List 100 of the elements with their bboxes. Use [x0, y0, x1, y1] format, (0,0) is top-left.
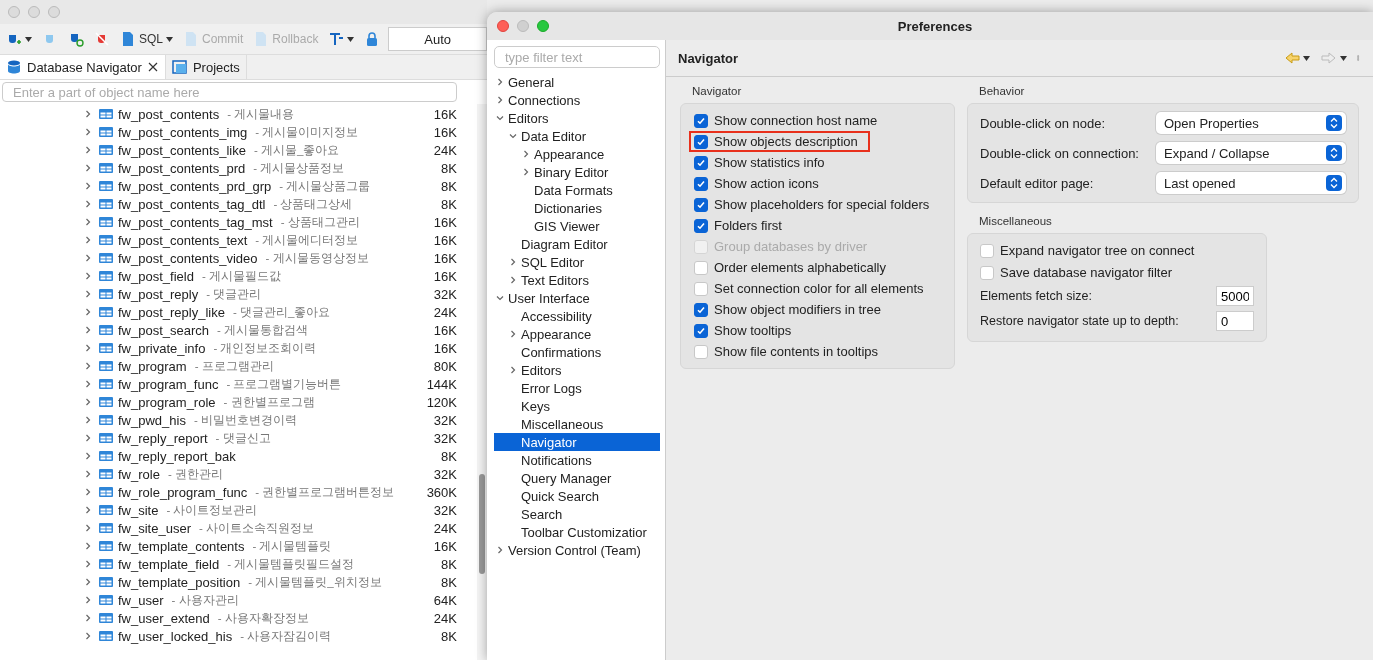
checkbox-option[interactable]: Show placeholders for special folders [691, 196, 933, 213]
table-tree-item[interactable]: fw_program_role - 권한별프로그램 120K [0, 393, 477, 411]
window-close-button[interactable] [8, 6, 20, 18]
table-icon [98, 142, 114, 158]
table-tree-item[interactable]: fw_user_locked_his - 사용자잠김이력 8K [0, 627, 477, 645]
table-tree-item[interactable]: fw_post_search - 게시물통합검색 16K [0, 321, 477, 339]
checkbox-option[interactable]: Show action icons [691, 175, 822, 192]
table-tree-item[interactable]: fw_reply_report_bak 8K [0, 447, 477, 465]
number-field[interactable]: 5000 [1216, 286, 1254, 306]
table-tree-item[interactable]: fw_pwd_his - 비밀번호변경이력 32K [0, 411, 477, 429]
preference-tree-item[interactable]: User Interface [494, 289, 660, 307]
table-tree-item[interactable]: fw_template_contents - 게시물템플릿 16K [0, 537, 477, 555]
table-tree-item[interactable]: fw_reply_report - 댓글신고 32K [0, 429, 477, 447]
object-filter-field[interactable]: Enter a part of object name here [2, 82, 457, 102]
chevron-right-icon [522, 150, 530, 158]
table-tree-item[interactable]: fw_user - 사용자관리 64K [0, 591, 477, 609]
chevron-right-icon [84, 596, 92, 604]
preference-tree-item[interactable]: Navigator [494, 433, 660, 451]
window-zoom-button[interactable] [48, 6, 60, 18]
preference-filter-field[interactable]: type filter text [494, 46, 660, 68]
checkbox-option[interactable]: Show tooltips [691, 322, 795, 339]
field-label: Double-click on node: [980, 115, 1106, 131]
scrollbar-thumb[interactable] [479, 474, 485, 574]
preference-tree-item[interactable]: Binary Editor [494, 163, 660, 181]
table-tree-item[interactable]: fw_post_contents_text - 게시물에디터정보 16K [0, 231, 477, 249]
transaction-mode-combo[interactable]: Auto [388, 27, 487, 51]
preference-tree-item[interactable]: Editors [494, 109, 660, 127]
checkbox-option[interactable]: Show file contents in tooltips [691, 343, 882, 360]
table-tree-item[interactable]: fw_program_func - 프로그램별기능버튼 144K [0, 375, 477, 393]
checkbox-option[interactable]: Expand navigator tree on connect [977, 242, 1198, 259]
table-tree-item[interactable]: fw_site_user - 사이트소속직원정보 24K [0, 519, 477, 537]
preference-tree-item[interactable]: Toolbar Customizatior [494, 523, 660, 541]
preference-tree-item[interactable]: Data Editor [494, 127, 660, 145]
preference-tree-item[interactable]: Confirmations [494, 343, 660, 361]
checkbox-option[interactable]: Folders first [691, 217, 785, 234]
table-tree-item[interactable]: fw_user_extend - 사용자확장정보 24K [0, 609, 477, 627]
preference-tree-item[interactable]: Connections [494, 91, 660, 109]
table-tree-item[interactable]: fw_role - 권한관리 32K [0, 465, 477, 483]
table-tree-item[interactable]: fw_private_info - 개인정보조회이력 16K [0, 339, 477, 357]
table-tree-item[interactable]: fw_role_program_func - 권한별프로그램버튼정보 360K [0, 483, 477, 501]
table-tree-item[interactable]: fw_post_contents_tag_dtl - 상품태그상세 8K [0, 195, 477, 213]
number-field[interactable]: 0 [1216, 311, 1254, 331]
checkbox-option[interactable]: Show objects description [691, 133, 868, 150]
preference-tree-item[interactable]: Data Formats [494, 181, 660, 199]
toolbar-button[interactable]: SQL [118, 31, 175, 47]
caret-icon [1340, 55, 1347, 61]
table-tree-item[interactable]: fw_post_reply - 댓글관리 32K [0, 285, 477, 303]
window-close-button[interactable] [497, 20, 509, 32]
checkbox-option[interactable]: Order elements alphabetically [691, 259, 889, 276]
table-tree-item[interactable]: fw_post_contents_prd_grp - 게시물상품그룹 8K [0, 177, 477, 195]
table-tree-item[interactable]: fw_post_contents_video - 게시물동영상정보 16K [0, 249, 477, 267]
checkbox-option[interactable]: Show statistics info [691, 154, 828, 171]
preference-tree-item[interactable]: Query Manager [494, 469, 660, 487]
table-icon [98, 250, 114, 266]
table-icon [98, 304, 114, 320]
preference-tree-item[interactable]: Miscellaneous [494, 415, 660, 433]
preference-tree-item[interactable]: Appearance [494, 145, 660, 163]
table-tree-item[interactable]: fw_post_contents - 게시물내용 16K [0, 105, 477, 123]
checkmark-icon [696, 115, 706, 126]
preference-tree-item[interactable]: Quick Search [494, 487, 660, 505]
preference-tree-item[interactable]: Appearance [494, 325, 660, 343]
table-tree-item[interactable]: fw_post_contents_prd - 게시물상품정보 8K [0, 159, 477, 177]
preference-tree-item[interactable]: Accessibility [494, 307, 660, 325]
table-tree-item[interactable]: fw_program - 프로그램관리 80K [0, 357, 477, 375]
table-tree-item[interactable]: fw_template_position - 게시물템플릿_위치정보 8K [0, 573, 477, 591]
select-field[interactable]: Expand / Collapse [1156, 142, 1346, 164]
table-tree-item[interactable]: fw_post_contents_img - 게시물이미지정보 16K [0, 123, 477, 141]
preference-tree-item[interactable]: Diagram Editor [494, 235, 660, 253]
preference-tree-item[interactable]: Error Logs [494, 379, 660, 397]
table-tree-item[interactable]: fw_post_contents_like - 게시물_좋아요 24K [0, 141, 477, 159]
checkbox-option[interactable]: Show connection host name [691, 112, 881, 129]
checkmark-icon [696, 136, 706, 147]
table-tree-item[interactable]: fw_template_field - 게시물템플릿필드설정 8K [0, 555, 477, 573]
checkbox-option[interactable]: Set connection color for all elements [691, 280, 927, 297]
select-field[interactable]: Last opened [1156, 172, 1346, 194]
preference-tree-item[interactable]: Version Control (Team) [494, 541, 660, 559]
preference-tree-item[interactable]: SQL Editor [494, 253, 660, 271]
table-tree-item[interactable]: fw_site - 사이트정보관리 32K [0, 501, 477, 519]
select-field[interactable]: Open Properties [1156, 112, 1346, 134]
preference-tree-item[interactable]: Search [494, 505, 660, 523]
preference-tree-item[interactable]: GIS Viewer [494, 217, 660, 235]
window-zoom-button[interactable] [537, 20, 549, 32]
table-tree-item[interactable]: fw_post_contents_tag_mst - 상품태그관리 16K [0, 213, 477, 231]
preference-tree-item[interactable]: Notifications [494, 451, 660, 469]
preference-tree-item[interactable]: Dictionaries [494, 199, 660, 217]
plug-refresh-icon [68, 31, 84, 47]
chevron-right-icon [509, 366, 517, 374]
view-tab[interactable]: Database Navigator [0, 55, 166, 79]
preference-tree-item[interactable]: General [494, 73, 660, 91]
window-minimize-button[interactable] [28, 6, 40, 18]
checkbox-option[interactable]: Save database navigator filter [977, 264, 1175, 281]
preference-tree-item[interactable]: Keys [494, 397, 660, 415]
preference-tree-item[interactable]: Text Editors [494, 271, 660, 289]
chevron-right-icon [522, 168, 530, 176]
preference-tree-item[interactable]: Editors [494, 361, 660, 379]
table-tree-item[interactable]: fw_post_reply_like - 댓글관리_좋아요 24K [0, 303, 477, 321]
window-minimize-button[interactable] [517, 20, 529, 32]
table-icon [98, 268, 114, 284]
checkbox-option[interactable]: Show object modifiers in tree [691, 301, 884, 318]
table-tree-item[interactable]: fw_post_field - 게시물필드값 16K [0, 267, 477, 285]
